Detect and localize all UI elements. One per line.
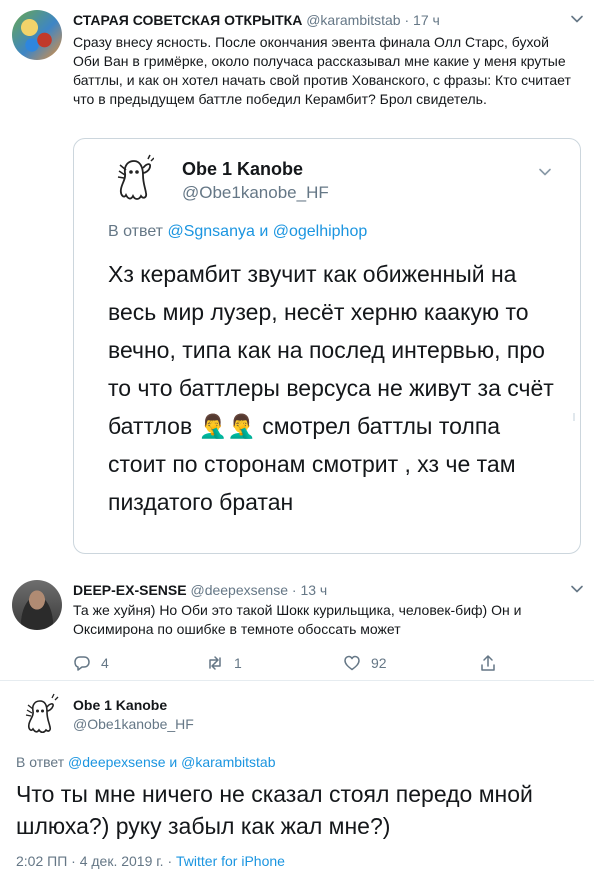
- reply-mentions[interactable]: @Sgnsanya и @ogelhiphop: [167, 223, 367, 240]
- chevron-down-icon[interactable]: [538, 165, 552, 179]
- tweet-deepexsense[interactable]: DEEP-EX-SENSE @deepexsense · 13 ч Та же …: [0, 574, 594, 682]
- chevron-down-icon[interactable]: [570, 582, 584, 596]
- reply-button[interactable]: 4: [73, 652, 109, 674]
- retweet-button[interactable]: 1: [206, 652, 242, 674]
- like-button[interactable]: 92: [343, 652, 387, 674]
- tweet-text: Та же хуйня) Но Оби это такой Шокк курил…: [73, 602, 522, 637]
- user-handle[interactable]: @karambitstab: [306, 12, 400, 28]
- tweet-text: Что ты мне ничего не сказал стоял передо…: [16, 781, 533, 839]
- user-name[interactable]: Obe 1 Kanobe: [73, 697, 167, 713]
- tweet-time[interactable]: 13 ч: [300, 582, 327, 598]
- tweet-thread: СТАРАЯ СОВЕТСКАЯ ОТКРЫТКА @karambitstab …: [0, 0, 594, 882]
- user-handle[interactable]: @Obe1kanobe_HF: [73, 716, 194, 732]
- tweet-time[interactable]: 17 ч: [413, 12, 440, 28]
- reply-context: В ответ @deepexsense и @karambitstab: [16, 754, 276, 770]
- avatar[interactable]: [12, 580, 62, 630]
- user-handle[interactable]: @deepexsense: [190, 582, 288, 598]
- tweet-header: DEEP-EX-SENSE @deepexsense · 13 ч: [73, 582, 327, 598]
- tweet-actions: 4 1 92: [73, 652, 503, 674]
- ghost-logo-icon: [117, 154, 154, 200]
- quoted-user-handle[interactable]: @Obe1kanobe_HF: [182, 183, 329, 203]
- share-icon: [481, 655, 495, 671]
- retweet-count: 1: [234, 655, 242, 671]
- avatar[interactable]: [12, 10, 62, 60]
- tweet-karambitstab[interactable]: СТАРАЯ СОВЕТСКАЯ ОТКРЫТКА @karambitstab …: [0, 0, 594, 574]
- chevron-down-icon[interactable]: [570, 12, 584, 26]
- retweet-icon: [209, 656, 221, 670]
- separator: ·: [291, 582, 297, 598]
- share-button[interactable]: [479, 652, 497, 674]
- quoted-user-name[interactable]: Obe 1 Kanobe: [182, 159, 303, 180]
- tweet-source[interactable]: Twitter for iPhone: [176, 853, 285, 869]
- like-count: 92: [371, 655, 387, 671]
- quoted-tweet[interactable]: Obe 1 Kanobe @Obe1kanobe_HF В ответ @Sgn…: [73, 138, 581, 554]
- scrollbar[interactable]: [573, 413, 575, 421]
- tweet-meta: 2:02 ПП · 4 дек. 2019 г. · Twitter for i…: [16, 853, 285, 869]
- separator: ·: [404, 12, 410, 28]
- quoted-reply-context: В ответ @Sgnsanya и @ogelhiphop: [108, 223, 367, 241]
- reply-prefix: В ответ: [108, 223, 164, 240]
- quoted-tweet-text: Хз керамбит звучит как обиженный на весь…: [108, 261, 554, 515]
- avatar[interactable]: [16, 691, 64, 739]
- tweet-timestamp[interactable]: 2:02 ПП · 4 дек. 2019 г. ·: [16, 853, 172, 869]
- main-tweet[interactable]: Obe 1 Kanobe @Obe1kanobe_HF В ответ @dee…: [0, 681, 594, 882]
- reply-prefix: В ответ: [16, 754, 65, 770]
- reply-count: 4: [101, 655, 109, 671]
- user-name[interactable]: DEEP-EX-SENSE: [73, 582, 187, 598]
- like-icon: [344, 655, 360, 671]
- reply-mentions[interactable]: @deepexsense и @karambitstab: [68, 754, 275, 770]
- tweet-header: СТАРАЯ СОВЕТСКАЯ ОТКРЫТКА @karambitstab …: [73, 12, 573, 32]
- tweet-text: Сразу внесу ясность. После окончания эве…: [73, 34, 571, 107]
- user-name[interactable]: СТАРАЯ СОВЕТСКАЯ ОТКРЫТКА: [73, 12, 302, 28]
- reply-icon: [74, 656, 90, 671]
